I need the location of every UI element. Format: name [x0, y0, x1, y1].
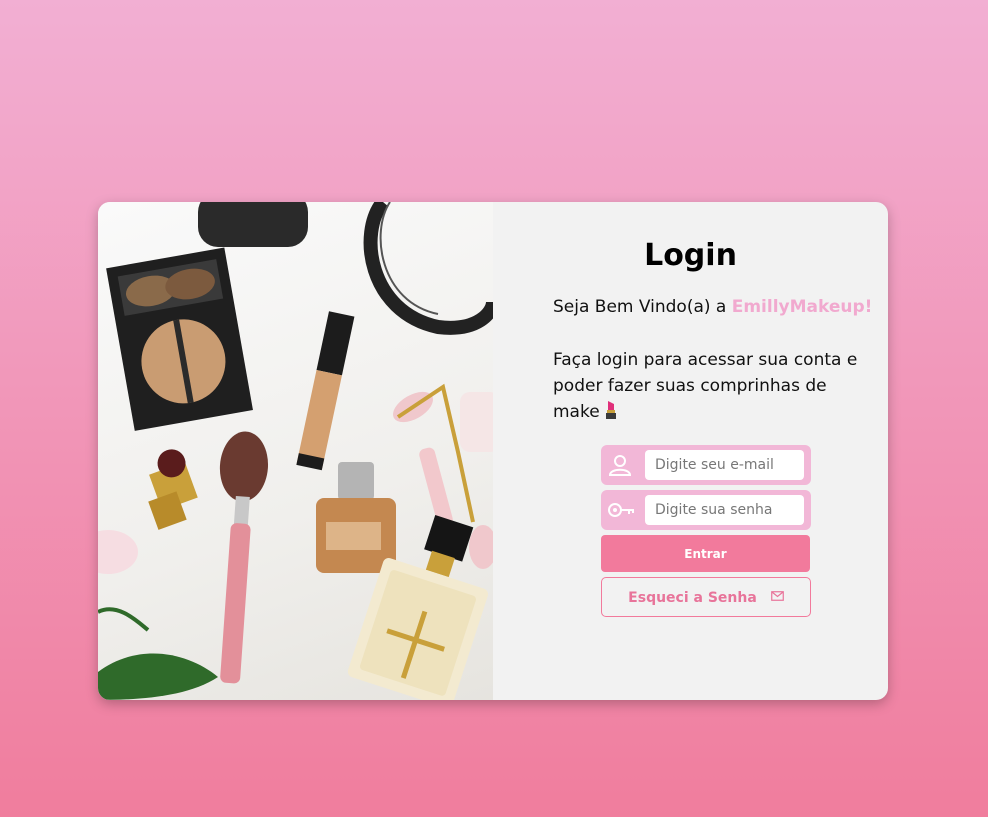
email-field: [601, 445, 811, 485]
welcome-text: Seja Bem Vindo(a) a EmillyMakeup!: [553, 297, 872, 317]
brand-name: EmillyMakeup!: [731, 297, 873, 317]
user-icon: [607, 453, 633, 477]
makeup-products-illustration: [98, 202, 493, 700]
password-input[interactable]: [645, 495, 804, 525]
email-input[interactable]: [645, 450, 804, 480]
lipstick-icon: [604, 400, 618, 428]
login-card: Login Seja Bem Vindo(a) a EmillyMakeup! …: [98, 202, 888, 700]
login-description: Faça login para acessar sua conta e pode…: [553, 347, 858, 428]
page-title: Login: [644, 238, 737, 273]
forgot-password-button[interactable]: Esqueci a Senha: [601, 577, 811, 617]
enter-button[interactable]: Entrar: [601, 535, 810, 572]
mail-icon: [770, 589, 784, 605]
welcome-prefix: Seja Bem Vindo(a) a: [553, 297, 732, 317]
password-field: [601, 490, 811, 530]
login-panel: Login Seja Bem Vindo(a) a EmillyMakeup! …: [493, 202, 888, 700]
key-icon: [607, 498, 634, 522]
makeup-photo: [98, 202, 493, 700]
forgot-password-label: Esqueci a Senha: [628, 589, 757, 606]
description-text: Faça login para acessar sua conta e pode…: [553, 350, 858, 422]
